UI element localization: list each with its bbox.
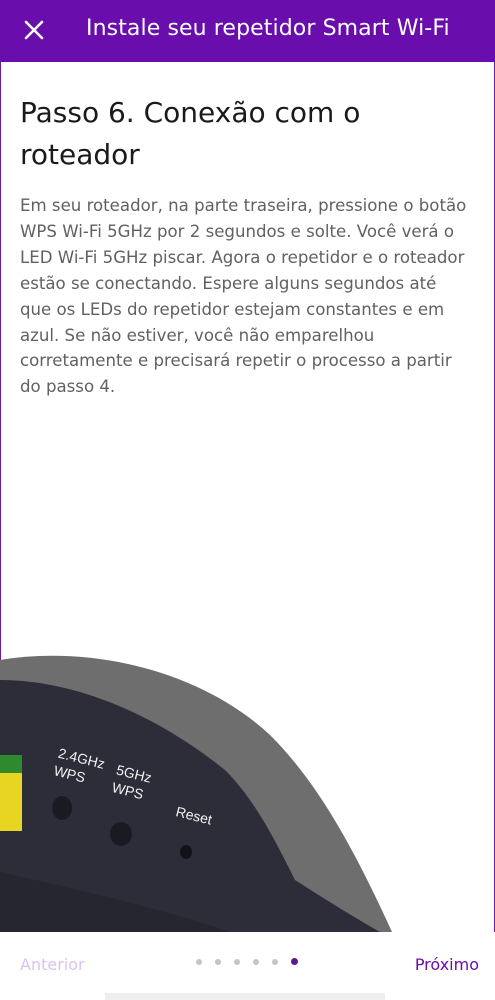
wps-24ghz-button <box>52 796 72 820</box>
close-button[interactable] <box>18 14 50 46</box>
close-icon <box>24 20 44 40</box>
step-dot-4 <box>253 958 259 965</box>
home-indicator <box>105 993 385 1000</box>
step-dot-3 <box>234 958 240 965</box>
previous-button[interactable]: Anterior <box>20 955 85 974</box>
top-app-bar: Instale seu repetidor Smart Wi-Fi <box>0 0 495 62</box>
next-button[interactable]: Próximo <box>415 955 479 974</box>
step-dot-5 <box>272 958 278 965</box>
step-dot-6-active <box>291 958 298 965</box>
step-dot-2 <box>215 958 221 965</box>
step-description: Em seu roteador, na parte traseira, pres… <box>20 196 467 397</box>
step-dot-1 <box>196 958 202 965</box>
step-heading: Passo 6. Conexão com o roteador <box>20 96 361 171</box>
router-illustration: 2.4GHz WPS 5GHz WPS Reset <box>0 640 495 932</box>
page-title: Instale seu repetidor Smart Wi-Fi <box>86 16 450 41</box>
wps-5ghz-button <box>110 822 132 846</box>
reset-button <box>180 845 192 859</box>
step-indicator <box>196 958 298 965</box>
